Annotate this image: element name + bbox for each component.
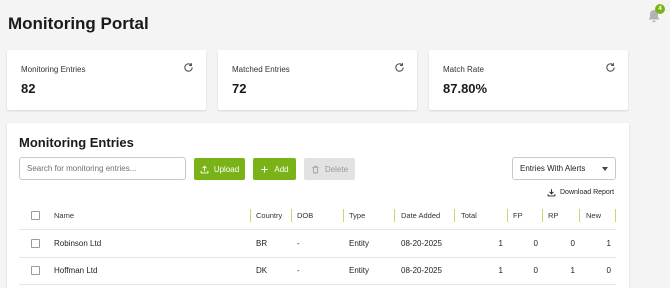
add-label: Add — [274, 164, 289, 174]
column-divider[interactable] — [291, 209, 292, 222]
download-label: Download Report — [560, 189, 615, 196]
column-divider[interactable] — [250, 209, 251, 222]
add-button[interactable]: Add — [253, 158, 296, 180]
notification-badge: 4 — [655, 4, 665, 14]
cell-rp: 1 — [570, 266, 575, 275]
column-header-country[interactable]: Country — [256, 211, 282, 220]
cell-total: 1 — [498, 266, 503, 275]
select-value: Entries With Alerts — [520, 164, 586, 173]
cell-name: Robinson Ltd — [54, 239, 102, 248]
table-row[interactable]: Robinson Ltd BR - Entity 08-20-2025 1 0 … — [7, 230, 629, 257]
column-divider[interactable] — [542, 209, 543, 222]
row-checkbox[interactable] — [31, 239, 40, 248]
column-divider[interactable] — [615, 209, 616, 222]
row-divider — [19, 284, 616, 285]
table-row[interactable]: Hoffman Ltd DK - Entity 08-20-2025 1 0 1… — [7, 257, 629, 284]
delete-button[interactable]: Delete — [304, 158, 355, 180]
cell-name: Hoffman Ltd — [54, 266, 98, 275]
cell-date-added: 08-20-2025 — [401, 266, 442, 275]
trash-icon — [312, 165, 319, 173]
column-header-new[interactable]: New — [586, 211, 601, 220]
cell-total: 1 — [498, 239, 503, 248]
alerts-filter-select[interactable]: Entries With Alerts — [512, 157, 616, 180]
cell-country: DK — [256, 266, 268, 275]
search-input[interactable] — [19, 157, 186, 180]
column-divider[interactable] — [507, 209, 508, 222]
card-label: Monitoring Entries — [21, 65, 86, 74]
card-value: 72 — [232, 81, 247, 96]
cell-country: BR — [256, 239, 268, 248]
cell-dob: - — [297, 266, 300, 275]
upload-label: Upload — [213, 164, 240, 174]
cell-type: Entity — [349, 266, 370, 275]
chevron-down-icon — [602, 167, 608, 171]
cell-rp: 0 — [570, 239, 575, 248]
cell-date-added: 08-20-2025 — [401, 239, 442, 248]
select-all-checkbox[interactable] — [31, 211, 40, 220]
column-divider[interactable] — [454, 209, 455, 222]
column-header-dob[interactable]: DOB — [297, 211, 313, 220]
plus-icon — [261, 165, 269, 173]
upload-icon — [200, 165, 209, 173]
column-header-rp[interactable]: RP — [548, 211, 558, 220]
upload-button[interactable]: Upload — [194, 158, 245, 180]
panel-title: Monitoring Entries — [19, 135, 134, 150]
refresh-icon[interactable] — [394, 62, 405, 73]
card-matched-entries: Matched Entries 72 — [218, 50, 417, 110]
cell-new: 0 — [606, 266, 611, 275]
cell-new: 1 — [606, 239, 611, 248]
column-header-name[interactable]: Name — [54, 211, 74, 220]
column-header-fp[interactable]: FP — [513, 211, 523, 220]
column-divider[interactable] — [579, 209, 580, 222]
column-header-total[interactable]: Total — [461, 211, 477, 220]
monitoring-entries-panel: Monitoring Entries Upload Add Delete Ent… — [7, 123, 629, 288]
refresh-icon[interactable] — [605, 62, 616, 73]
cell-fp: 0 — [533, 239, 538, 248]
card-value: 87.80% — [443, 81, 488, 96]
column-divider[interactable] — [394, 209, 395, 222]
card-label: Match Rate — [443, 65, 484, 74]
column-header-type[interactable]: Type — [349, 211, 365, 220]
cell-type: Entity — [349, 239, 370, 248]
refresh-icon[interactable] — [183, 62, 194, 73]
download-report-button[interactable]: Download Report — [547, 188, 614, 197]
delete-label: Delete — [324, 164, 349, 174]
column-header-date-added[interactable]: Date Added — [401, 211, 440, 220]
card-label: Matched Entries — [232, 65, 290, 74]
download-icon — [547, 189, 556, 197]
page-title: Monitoring Portal — [8, 14, 149, 33]
card-monitoring-entries: Monitoring Entries 82 — [7, 50, 206, 110]
cell-fp: 0 — [533, 266, 538, 275]
column-divider[interactable] — [343, 209, 344, 222]
card-value: 82 — [21, 81, 36, 96]
cell-dob: - — [297, 239, 300, 248]
row-checkbox[interactable] — [31, 266, 40, 275]
card-match-rate: Match Rate 87.80% — [429, 50, 628, 110]
